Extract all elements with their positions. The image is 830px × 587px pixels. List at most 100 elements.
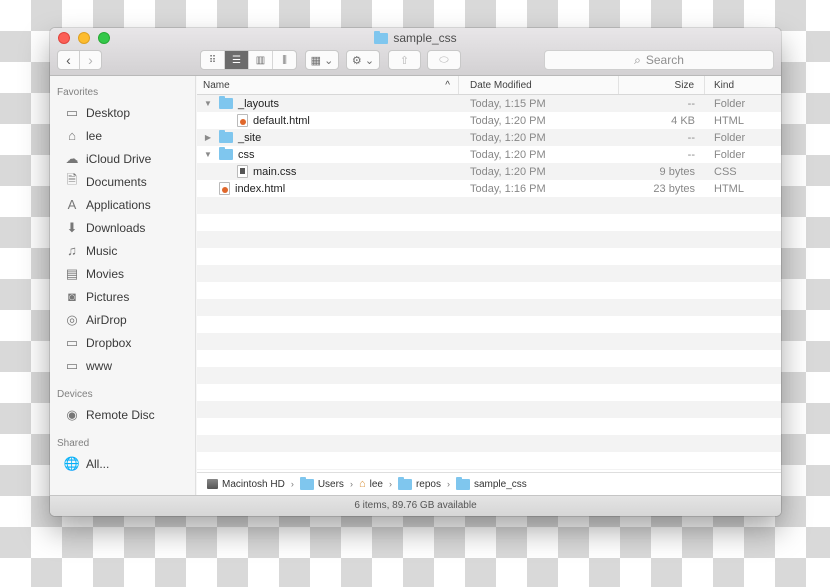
sidebar-item-airdrop[interactable]: ◎ AirDrop	[50, 308, 195, 331]
file-kind: CSS	[714, 165, 737, 178]
sidebar-item-downloads[interactable]: ⬇ Downloads	[50, 216, 195, 239]
folder-icon	[219, 147, 233, 160]
action-gear-button[interactable]: ⚙ ⌄	[346, 50, 380, 70]
sidebar-item-all[interactable]: 🌐 All...	[50, 452, 195, 475]
file-name: main.css	[253, 165, 297, 178]
sidebar-item-music[interactable]: ♫ Music	[50, 239, 195, 262]
empty-row	[197, 469, 781, 470]
disclosure-triangle-icon[interactable]: ▼	[203, 150, 213, 159]
file-name: css	[238, 148, 255, 161]
finder-window: sample_css ‹ › ⠿ ☰ ▥ ⫼ ▦ ⌄ ⚙ ⌄ ⇧ ⬭ ⌕ Sea…	[50, 28, 781, 516]
sidebar-item-movies[interactable]: ▤ Movies	[50, 262, 195, 285]
file-rows: ▼ _layouts Today, 1:15 PM -- Folder default.h…	[197, 95, 781, 470]
window-title: sample_css	[50, 30, 781, 45]
path-bar: Macintosh HD › Users › ⌂ lee › repos › sample_css	[197, 472, 781, 495]
home-icon: ⌂	[68, 128, 76, 143]
path-segment-label: repos	[415, 478, 441, 490]
path-segment[interactable]: Users	[299, 476, 344, 490]
sidebar-heading-devices: Devices	[57, 389, 93, 400]
column-header-date-modified[interactable]: Date Modified	[459, 76, 619, 94]
file-row[interactable]: default.html Today, 1:20 PM 4 KB HTML	[197, 112, 781, 129]
file-name-cell: main.css	[197, 165, 459, 178]
empty-row	[197, 299, 781, 316]
folder-icon: ▭	[65, 357, 79, 373]
window-title-text: sample_css	[393, 31, 457, 45]
back-button[interactable]: ‹	[58, 51, 79, 69]
empty-row	[197, 197, 781, 214]
file-row[interactable]: ▶ _site Today, 1:20 PM -- Folder	[197, 129, 781, 146]
file-name-cell: ▶ _site	[197, 130, 459, 144]
applications-icon: A	[67, 197, 77, 212]
sidebar-item-label: iCloud Drive	[86, 151, 152, 166]
file-row[interactable]: index.html Today, 1:16 PM 23 bytes HTML	[197, 180, 781, 197]
path-segment[interactable]: repos	[397, 476, 441, 490]
column-header-kind[interactable]: Kind	[705, 76, 781, 94]
sidebar-item-label: Pictures	[86, 289, 130, 304]
file-date-modified: Today, 1:15 PM	[470, 97, 546, 110]
share-button[interactable]: ⇧	[388, 50, 421, 70]
empty-row	[197, 333, 781, 350]
search-input[interactable]: ⌕ Search	[544, 50, 774, 70]
empty-row	[197, 384, 781, 401]
path-segment[interactable]: Macintosh HD	[207, 479, 285, 490]
column-header-name[interactable]: Name ^	[197, 76, 459, 94]
sidebar-item-icloud-drive[interactable]: ☁ iCloud Drive	[50, 147, 195, 170]
sidebar-item-label: Documents	[86, 174, 147, 189]
sidebar-item-label: Desktop	[86, 105, 131, 120]
disclosure-triangle-icon[interactable]: ▶	[203, 133, 213, 142]
sidebar-item-desktop[interactable]: ▭ Desktop	[50, 101, 195, 124]
sidebar-item-label: All...	[86, 456, 110, 471]
file-icon-wrapper	[219, 182, 230, 195]
sidebar-item-label: AirDrop	[86, 312, 127, 327]
sidebar-item-applications[interactable]: A Applications	[50, 193, 195, 216]
sidebar-item-remote-disc[interactable]: ◉ Remote Disc	[50, 403, 195, 426]
sidebar-item-label: Downloads	[86, 220, 146, 235]
column-view-button[interactable]: ▥	[248, 51, 272, 69]
title-bar: sample_css ‹ › ⠿ ☰ ▥ ⫼ ▦ ⌄ ⚙ ⌄ ⇧ ⬭ ⌕ Sea…	[50, 28, 781, 76]
file-row[interactable]: ▼ _layouts Today, 1:15 PM -- Folder	[197, 95, 781, 112]
file-kind: HTML	[714, 182, 744, 195]
empty-row	[197, 418, 781, 435]
status-bar: 6 items, 89.76 GB available	[50, 495, 781, 516]
empty-row	[197, 316, 781, 333]
disclosure-triangle-icon[interactable]: ▼	[203, 99, 213, 108]
folder-icon	[219, 96, 233, 109]
disk-icon	[207, 479, 218, 489]
html-file-icon	[237, 114, 248, 127]
sidebar-item-lee[interactable]: ⌂ lee	[50, 124, 195, 147]
file-date-modified: Today, 1:20 PM	[470, 148, 546, 161]
file-date-modified: Today, 1:20 PM	[470, 131, 546, 144]
sidebar-item-dropbox[interactable]: ▭ Dropbox	[50, 331, 195, 354]
path-separator-icon: ›	[349, 479, 353, 489]
sidebar-item-www[interactable]: ▭ www	[50, 354, 195, 377]
folder-icon: ▭	[65, 334, 79, 350]
forward-button[interactable]: ›	[79, 51, 101, 69]
column-header-size[interactable]: Size	[619, 76, 705, 94]
path-segment[interactable]: ⌂ lee	[359, 478, 383, 490]
folder-icon	[219, 130, 233, 143]
sidebar-item-pictures[interactable]: ◙ Pictures	[50, 285, 195, 308]
desktop-icon: ▭	[65, 104, 79, 120]
arrange-button[interactable]: ▦ ⌄	[305, 50, 339, 70]
file-size: 9 bytes	[659, 165, 695, 178]
icon-view-button[interactable]: ⠿	[201, 51, 224, 69]
music-icon: ♫	[67, 243, 77, 258]
list-view-button[interactable]: ☰	[224, 51, 248, 69]
css-file-icon	[237, 165, 248, 178]
empty-row	[197, 214, 781, 231]
file-name: _site	[238, 131, 262, 144]
home-icon: ⌂	[358, 478, 366, 490]
path-separator-icon: ›	[290, 479, 294, 489]
file-row[interactable]: main.css Today, 1:20 PM 9 bytes CSS	[197, 163, 781, 180]
file-row[interactable]: ▼ css Today, 1:20 PM -- Folder	[197, 146, 781, 163]
documents-icon: 🗎	[66, 171, 78, 187]
sidebar-item-documents[interactable]: 🗎 Documents	[50, 170, 195, 193]
cover-flow-view-button[interactable]: ⫼	[272, 51, 296, 69]
html-file-icon	[219, 182, 230, 195]
sidebar-heading-shared: Shared	[57, 438, 90, 449]
file-size: 4 KB	[671, 114, 695, 127]
tag-button[interactable]: ⬭	[427, 50, 461, 70]
path-segment[interactable]: sample_css	[455, 476, 527, 490]
file-size: 23 bytes	[653, 182, 695, 195]
file-size: --	[687, 97, 695, 110]
